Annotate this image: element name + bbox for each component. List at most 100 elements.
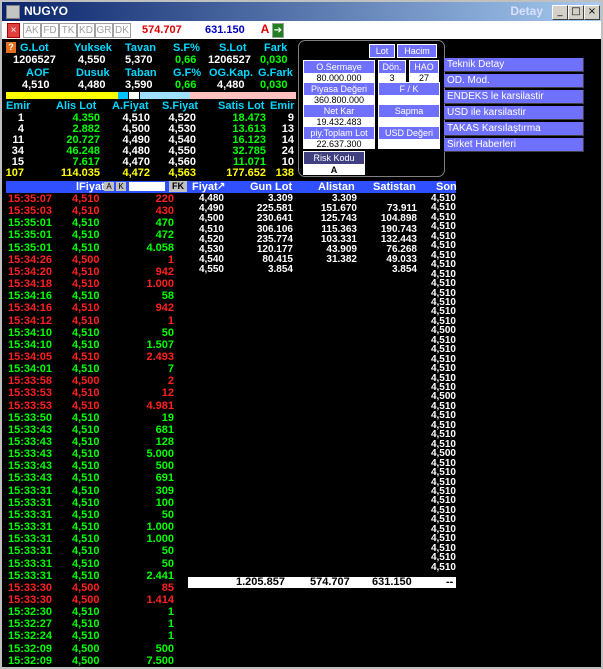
window-title: NUGYO [24,4,69,18]
depth-cell: 31.382 [326,254,357,266]
summary-header: G.Fark [258,67,293,79]
book-cell: 107 [5,167,24,179]
title-bar[interactable]: NUGYO Detay _ □ × [2,2,601,21]
trade-cell: 15:33:58 [8,375,53,388]
trade-cell: 4,510 [72,290,100,303]
toolbar-btn-fd[interactable]: FD [41,23,59,38]
total-satistan: 631.150 [372,576,412,588]
summary-value: 0,030 [260,54,288,66]
alert-a-button[interactable]: A [260,23,270,36]
hacim-button[interactable]: Hacim [397,44,437,58]
trade-cell: 500 [155,460,174,473]
toolbar: × AK FD TK KD GR DK 574.707 631.150 A ➔ [2,21,601,39]
help-icon[interactable]: ? [6,42,16,53]
trade-cell: 15:32:09 [8,642,53,655]
toolbar-btn-kd[interactable]: KD [77,23,95,38]
fk-label: F / K [378,82,440,96]
takas-compare-button[interactable]: TAKAS Karsılaştırma [444,122,584,136]
trade-cell: 15:32:27 [8,618,53,631]
toolbar-btn-ak[interactable]: AK [23,23,41,38]
trade-cell: 1 [167,606,174,619]
toolbar-btn-gr[interactable]: GR [95,23,113,38]
od-mod-button[interactable]: OD. Mod. [444,74,584,88]
summary-header: AOF [26,67,50,79]
trade-cell: 85 [161,581,174,594]
sermaye-label: O.Sermaye [303,60,375,74]
trade-cell: 128 [155,436,174,448]
lot-button[interactable]: Lot [369,44,395,58]
book-header: S.Fiyat [162,100,199,112]
book-header: Satis Lot [218,100,265,112]
trade-cell: 309 [155,484,174,497]
toolbar-btn-tk[interactable]: TK [59,23,77,38]
total-son: -- [446,576,454,588]
summary-header: S.F% [173,42,200,54]
trade-cell: 1.414 [146,593,174,606]
depth-cell: 125.743 [320,213,357,225]
summary-value: 0,030 [260,79,288,91]
trade-cell: 15:33:31 [8,484,53,497]
k-filter-button[interactable]: K [116,182,126,191]
trade-cell: 2.493 [146,350,174,363]
minimize-icon[interactable]: _ [552,5,568,20]
trade-cell: 12 [161,387,174,400]
trade-cell: 15:34:10 [8,338,53,351]
trade-cell: 50 [161,508,174,521]
trade-cell: 7 [167,363,174,376]
trade-cell: 15:35:07 [8,193,53,205]
trade-cell: 4,510 [72,411,100,424]
arrow-right-icon[interactable]: ➔ [272,23,284,38]
sirket-haberleri-button[interactable]: Sirket Haberleri [444,138,584,152]
book-header: Alis Lot [56,100,97,112]
trade-cell: 4,510 [72,278,100,291]
trade-cell: 15:33:31 [8,545,53,558]
trade-cell: 15:33:43 [8,436,53,448]
maximize-icon[interactable]: □ [568,5,584,20]
trade-cell: 15:33:53 [8,399,53,412]
a-filter-button[interactable]: A [104,182,114,191]
buy-total-value: 631.150 [205,24,245,36]
total-alistan: 574.707 [310,576,350,588]
detay-label: Detay [510,4,543,18]
summary-value: 4,510 [22,79,50,91]
sort-icon[interactable]: ↗ [217,181,225,192]
close-small-icon[interactable]: × [7,23,20,38]
trade-cell: 15:35:01 [8,217,53,230]
filter-input[interactable] [129,182,165,191]
trade-cell: 58 [161,290,174,303]
depth-cell: 4,550 [198,264,224,276]
trade-cell: 4,510 [72,265,100,278]
toplam-lot-label: piy.Toplam Lot [303,126,375,140]
usd-compare-button[interactable]: USD ile karsilastir [444,106,584,120]
trade-cell: 1 [167,253,174,266]
trade-cell: 472 [155,229,174,242]
sapma-label: Sapma [378,104,440,118]
lfiyat-header: lFiyat [76,181,105,193]
close-icon[interactable]: × [584,5,600,20]
trade-cell: 4,510 [72,241,100,254]
piyasa-degeri-label: Piyasa Değeri [303,82,375,96]
endeks-compare-button[interactable]: ENDEKS le karsilastir [444,90,584,104]
app-window: NUGYO Detay _ □ × × AK FD TK KD GR DK 57… [0,0,603,669]
book-header: A.Fiyat [112,100,149,112]
trade-cell: 4,500 [72,375,100,388]
trade-cell: 4,510 [72,387,100,400]
trade-cell: 1 [167,618,174,631]
trade-cell: 15:32:30 [8,606,53,619]
trade-cell: 50 [161,545,174,558]
trade-cell: 4,510 [72,606,100,619]
depth-cell: 230.641 [256,213,293,225]
trade-cell: 15:34:01 [8,363,53,376]
book-cell: 114.035 [60,167,100,179]
trade-cell: 4,500 [72,253,100,266]
trade-cell: 4,510 [72,521,100,534]
trade-cell: 15:33:43 [8,423,53,436]
fk-button[interactable]: FK [169,181,187,192]
toolbar-btn-dk[interactable]: DK [113,23,131,38]
depth-totals-row: 1.205.857 574.707 631.150 -- [188,576,456,588]
trade-cell: 470 [155,217,174,230]
trade-cell: 1.507 [146,338,174,351]
summary-header: Tavan [125,42,156,54]
teknik-detay-button[interactable]: Teknik Detay [444,58,584,72]
trade-cell: 15:33:43 [8,472,53,485]
